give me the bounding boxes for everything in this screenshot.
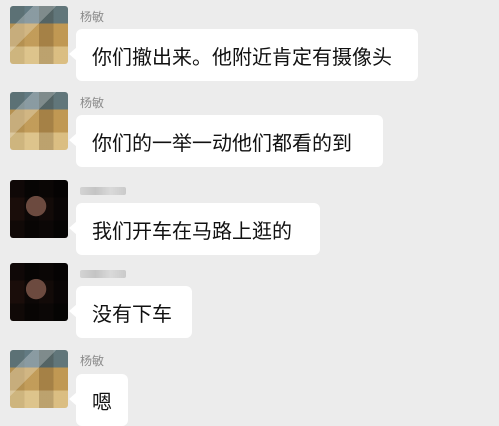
sender-name: 杨敏	[80, 10, 105, 24]
avatar[interactable]	[10, 6, 68, 64]
message-bubble[interactable]: 嗯	[69, 374, 128, 426]
avatar[interactable]	[10, 180, 68, 238]
avatar[interactable]	[10, 263, 68, 321]
sender-name-redacted	[80, 270, 126, 278]
chat-message-list[interactable]: 杨敏 你们撤出来。他附近肯定有摄像头 杨敏 你们的一举一动他们都看的到 我们开车…	[0, 0, 499, 426]
avatar[interactable]	[10, 92, 68, 150]
message-bubble[interactable]: 我们开车在马路上逛的	[69, 203, 320, 255]
message-bubble[interactable]: 你们撤出来。他附近肯定有摄像头	[69, 29, 418, 81]
avatar[interactable]	[10, 350, 68, 408]
sender-name-redacted	[80, 187, 126, 195]
sender-name: 杨敏	[80, 354, 105, 368]
message-bubble[interactable]: 没有下车	[69, 286, 192, 338]
message-bubble[interactable]: 你们的一举一动他们都看的到	[69, 115, 383, 167]
sender-name: 杨敏	[80, 96, 105, 110]
